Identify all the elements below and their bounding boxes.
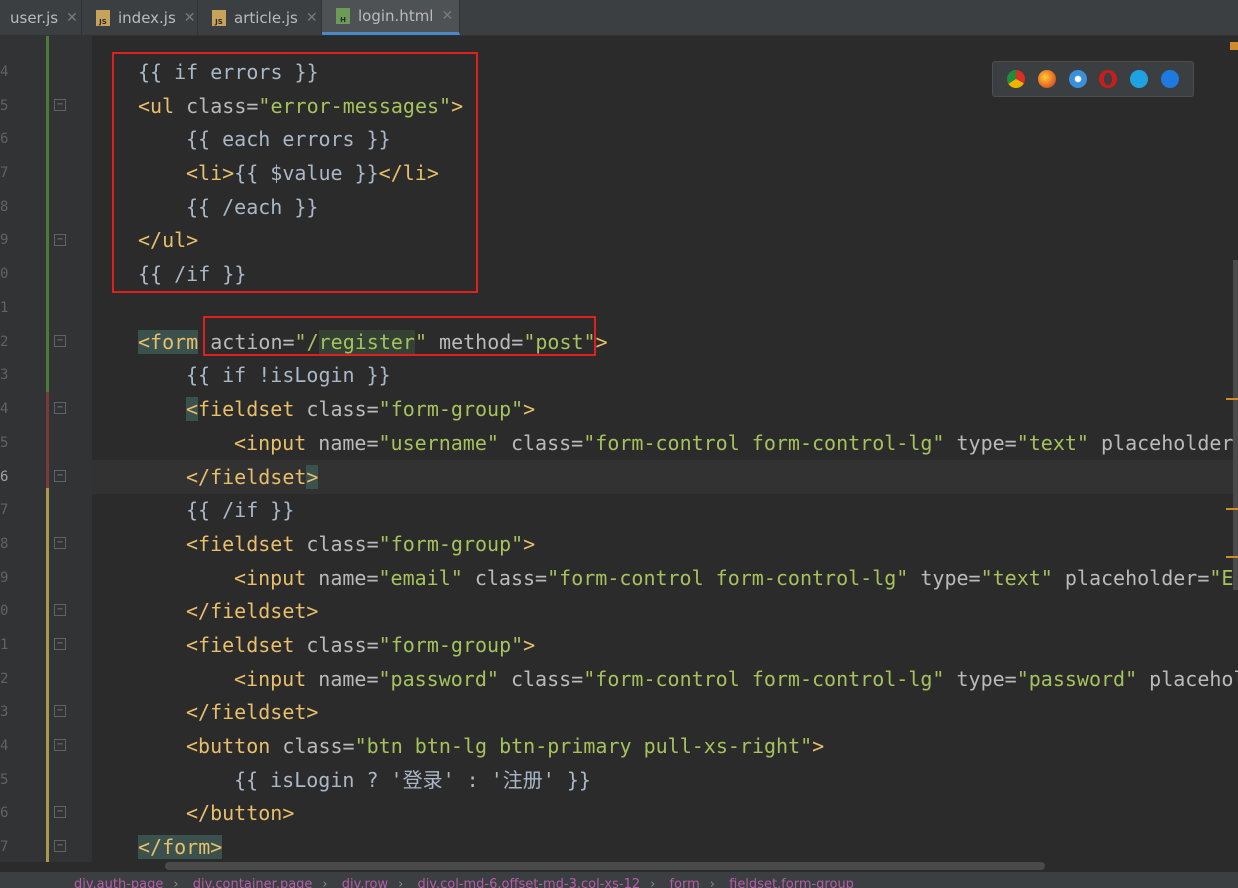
js-file-icon: JS (212, 9, 226, 26)
fold-toggle-icon[interactable]: − (54, 806, 66, 818)
fold-toggle-icon[interactable]: − (54, 234, 66, 246)
line-number: 8 (0, 199, 9, 215)
line-number: 7 (0, 502, 9, 518)
line-number: 6 (0, 131, 9, 147)
js-file-icon: JS (96, 9, 110, 26)
chrome-icon[interactable] (1007, 70, 1026, 88)
code-line: </fieldset> (186, 465, 319, 489)
line-number: 3 (0, 704, 9, 720)
code-line: {{ if !isLogin }} (186, 363, 391, 387)
close-icon[interactable]: ✕ (66, 10, 78, 26)
ie-icon[interactable] (1129, 70, 1148, 88)
close-icon[interactable]: ✕ (306, 10, 318, 26)
line-number: 2 (0, 334, 9, 350)
line-number: 4 (0, 401, 9, 417)
breadcrumb-item[interactable]: fieldset.form-group (729, 877, 854, 888)
horizontal-scrollbar[interactable] (165, 862, 1045, 870)
tab-article-js[interactable]: JS article.js ✕ (198, 0, 322, 35)
breadcrumb-separator: › (709, 877, 715, 888)
code-line: <input name="username" class="form-contr… (234, 431, 1238, 455)
line-number: 0 (0, 266, 9, 282)
line-number: 5 (0, 772, 9, 788)
line-number: 1 (0, 637, 9, 653)
line-number: 1 (0, 300, 9, 316)
breadcrumb-separator: › (322, 877, 328, 888)
breadcrumb-item[interactable]: form (669, 877, 699, 888)
annotation-box (203, 316, 596, 356)
breadcrumb: div.auth-page › div.container.page › div.r… (0, 872, 1238, 888)
code-line: </form> (138, 835, 223, 859)
fold-toggle-icon[interactable]: − (54, 638, 66, 650)
line-number: 4 (0, 738, 9, 754)
code-line: </fieldset> (186, 599, 319, 623)
line-number: 3 (0, 367, 9, 383)
line-number: 6 (0, 805, 9, 821)
tab-login-html[interactable]: H login.html ✕ (322, 0, 460, 35)
code-line: {{ /if }} (186, 498, 295, 522)
code-line: </button> (186, 801, 295, 825)
editor-tab-bar: user.js ✕ JS index.js ✕ JS article.js ✕ … (0, 0, 1238, 36)
line-number: 2 (0, 671, 9, 687)
tab-user-js[interactable]: user.js ✕ (0, 0, 82, 35)
firefox-icon[interactable] (1037, 70, 1056, 88)
annotation-box (112, 52, 478, 293)
opera-icon[interactable] (1099, 70, 1118, 88)
fold-toggle-icon[interactable]: − (54, 335, 66, 347)
safari-icon[interactable] (1068, 70, 1087, 88)
fold-toggle-icon[interactable]: − (54, 470, 66, 482)
fold-toggle-icon[interactable]: − (54, 840, 66, 852)
browser-preview-toolbar (992, 61, 1194, 97)
tab-index-js[interactable]: JS index.js ✕ (82, 0, 198, 35)
code-line: <input name="password" class="form-contr… (234, 667, 1238, 691)
code-line: <button class="btn btn-lg btn-primary pu… (186, 734, 825, 758)
code-line: {{ isLogin ? '登录' : '注册' }} (234, 768, 591, 792)
tab-label: user.js (10, 8, 59, 27)
vcs-change-marker (46, 460, 49, 862)
edge-icon[interactable] (1160, 70, 1179, 88)
fold-toggle-icon[interactable]: − (54, 739, 66, 751)
line-number: 7 (0, 165, 9, 181)
fold-toggle-icon[interactable]: − (54, 537, 66, 549)
tab-label: login.html (358, 7, 434, 25)
error-stripe-marker[interactable] (1226, 556, 1238, 558)
fold-toggle-icon[interactable]: − (54, 402, 66, 414)
line-number: 9 (0, 570, 9, 586)
breadcrumb-separator: › (650, 877, 656, 888)
code-line: </fieldset> (186, 700, 319, 724)
fold-toggle-icon[interactable]: − (54, 99, 66, 111)
tab-label: article.js (234, 8, 298, 27)
breadcrumb-separator: › (398, 877, 404, 888)
error-stripe-marker[interactable] (1226, 398, 1238, 400)
breadcrumb-item[interactable]: div.col-md-6.offset-md-3.col-xs-12 (417, 877, 640, 888)
line-number: 5 (0, 435, 9, 451)
vcs-change-marker (46, 392, 49, 488)
html-file-icon: H (336, 8, 350, 24)
breadcrumb-item[interactable]: div.auth-page (74, 877, 163, 888)
tab-label: index.js (118, 8, 176, 27)
vertical-scrollbar[interactable] (1233, 260, 1238, 590)
line-number: 5 (0, 98, 9, 114)
code-line: <fieldset class="form-group"> (186, 633, 536, 657)
error-stripe-marker[interactable] (1226, 508, 1238, 510)
code-line: <input name="email" class="form-control … (234, 566, 1238, 590)
error-stripe-marker[interactable] (1230, 42, 1238, 50)
fold-toggle-icon[interactable]: − (54, 705, 66, 717)
line-number: 9 (0, 232, 9, 248)
fold-toggle-icon[interactable]: − (54, 604, 66, 616)
line-number: 4 (0, 64, 9, 80)
code-line: <fieldset class="form-group"> (186, 397, 536, 421)
breadcrumb-item[interactable]: div.container.page (193, 877, 313, 888)
breadcrumb-item[interactable]: div.row (342, 877, 388, 888)
line-number: 0 (0, 603, 9, 619)
close-icon[interactable]: ✕ (441, 8, 453, 24)
code-line: <fieldset class="form-group"> (186, 532, 536, 556)
close-icon[interactable]: ✕ (184, 10, 196, 26)
line-number: 7 (0, 839, 9, 855)
breadcrumb-separator: › (173, 877, 179, 888)
line-number: 8 (0, 536, 9, 552)
line-number: 6 (0, 469, 9, 485)
code-editor[interactable]: {{ if errors }} <ul class="error-message… (92, 36, 1238, 862)
